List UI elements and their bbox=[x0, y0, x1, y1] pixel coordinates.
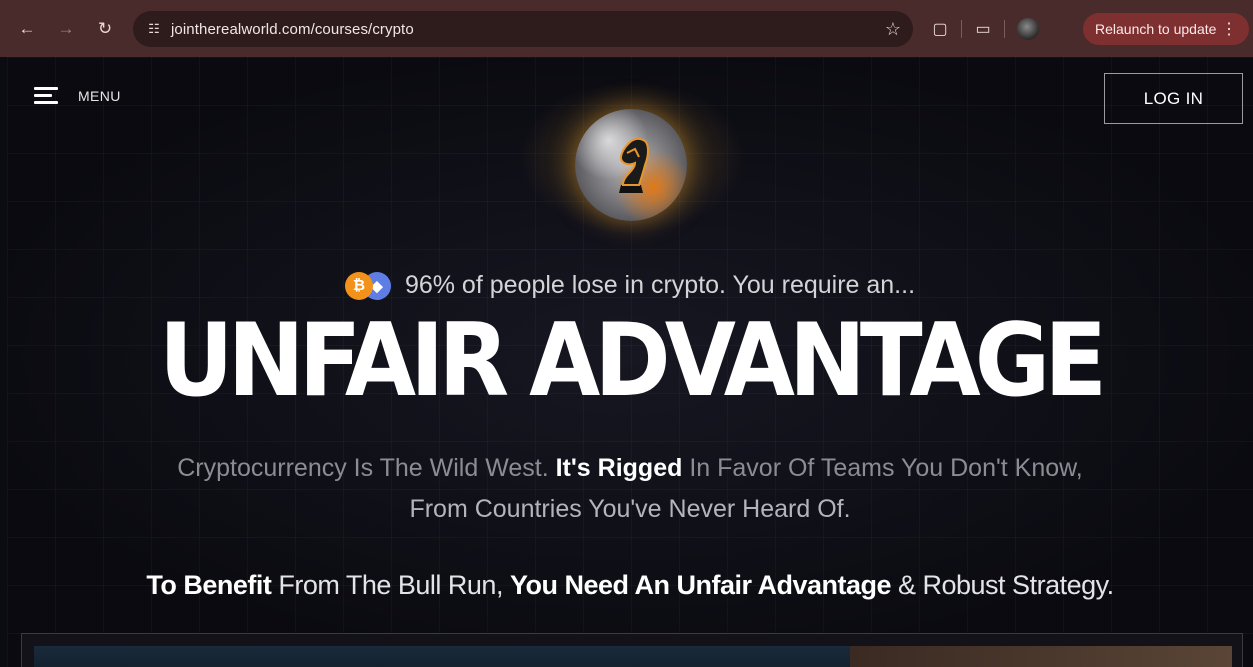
hamburger-icon bbox=[34, 87, 58, 105]
tagline-text: From The Bull Run, bbox=[271, 570, 510, 600]
toolbar-divider bbox=[1004, 20, 1005, 38]
back-arrow-icon[interactable]: ← bbox=[13, 15, 41, 43]
hero-headline: UNFAIR ADVANTAGE bbox=[158, 301, 1107, 420]
subhead: ₿ ◆ 96% of people lose in crypto. You re… bbox=[7, 271, 1253, 300]
tagline-bold: To Benefit bbox=[146, 570, 272, 600]
toolbar-divider bbox=[961, 20, 962, 38]
description-text: In Favor Of Teams You Don't Know, bbox=[682, 454, 1083, 482]
chess-globe-logo bbox=[575, 109, 687, 221]
site-settings-icon[interactable]: ☷ bbox=[137, 21, 171, 37]
description-line-1: Cryptocurrency Is The Wild West. It's Ri… bbox=[7, 448, 1253, 489]
bookmark-star-icon[interactable]: ☆ bbox=[885, 19, 901, 40]
video-thumbnail[interactable] bbox=[34, 646, 850, 667]
address-bar[interactable]: ☷ jointherealworld.com/courses/crypto ☆ bbox=[133, 11, 913, 47]
menu-label: MENU bbox=[78, 88, 121, 104]
video-thumbnail[interactable] bbox=[850, 646, 1232, 667]
reading-list-icon[interactable]: ▭ bbox=[968, 14, 998, 44]
crypto-coins: ₿ ◆ bbox=[344, 271, 393, 300]
relaunch-label: Relaunch to update bbox=[1095, 21, 1217, 37]
forward-arrow-icon[interactable]: → bbox=[52, 15, 80, 43]
browser-toolbar: ← → ↻ ☷ jointherealworld.com/courses/cry… bbox=[0, 0, 1253, 57]
description-text: Cryptocurrency Is The Wild West. bbox=[177, 454, 556, 482]
login-button[interactable]: LOG IN bbox=[1104, 73, 1243, 124]
reload-icon[interactable]: ↻ bbox=[91, 15, 119, 43]
subhead-text: 96% of people lose in crypto. You requir… bbox=[404, 271, 916, 299]
toolbar-actions: ▢ ▭ bbox=[925, 12, 1049, 46]
hero-description: Cryptocurrency Is The Wild West. It's Ri… bbox=[7, 448, 1253, 530]
page-content: MENU LOG IN ₿ ◆ 96% of people lose in cr… bbox=[7, 57, 1253, 667]
extensions-puzzle-icon[interactable]: ▢ bbox=[925, 14, 955, 44]
description-bold: It's Rigged bbox=[555, 454, 683, 482]
profile-avatar[interactable] bbox=[1017, 18, 1039, 40]
menu-button[interactable]: MENU bbox=[34, 87, 121, 105]
bitcoin-icon: ₿ bbox=[344, 271, 373, 300]
video-section bbox=[21, 633, 1243, 667]
tagline-bold: You Need An Unfair Advantage bbox=[509, 570, 892, 600]
relaunch-button[interactable]: Relaunch to update ⋮ bbox=[1083, 13, 1249, 45]
hero-tagline: To Benefit From The Bull Run, You Need A… bbox=[7, 570, 1253, 601]
url-text[interactable]: jointherealworld.com/courses/crypto bbox=[171, 21, 414, 38]
tagline-text: & Robust Strategy. bbox=[891, 570, 1114, 600]
description-line-2: From Countries You've Never Heard Of. bbox=[409, 495, 851, 523]
more-menu-icon[interactable]: ⋮ bbox=[1221, 19, 1237, 39]
